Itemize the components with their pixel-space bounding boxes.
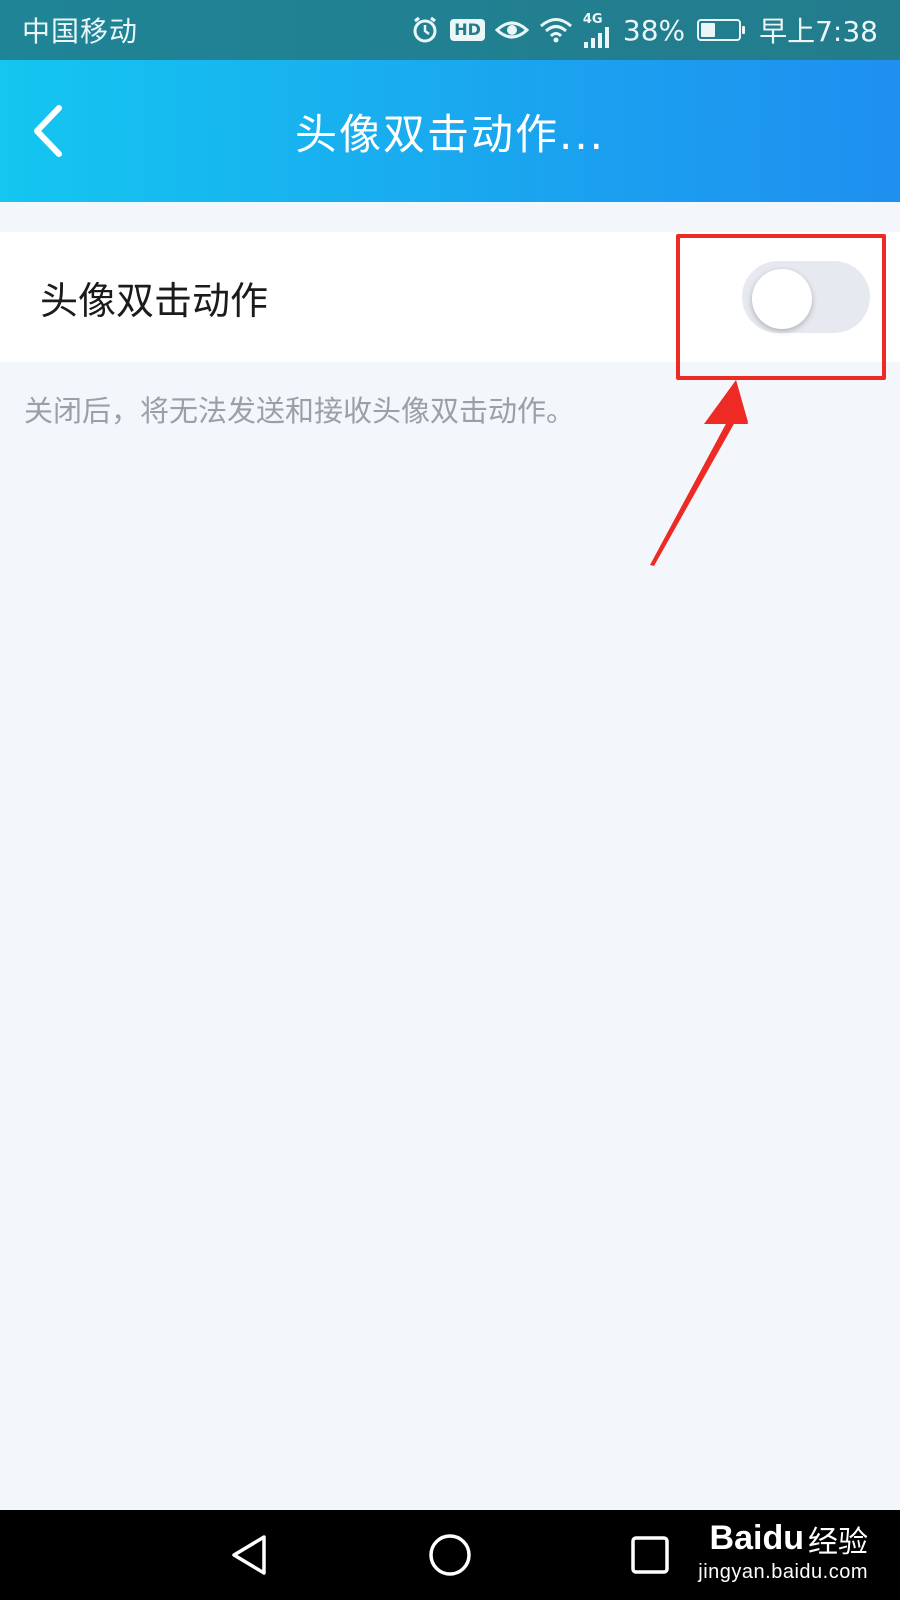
status-icons: HD 4G 38% 早上7:38 (410, 10, 878, 50)
network-type: 4G (582, 11, 603, 27)
battery-icon (697, 19, 746, 41)
watermark-brand: Baidu (709, 1519, 804, 1557)
carrier-name: 中国移动 (22, 15, 139, 48)
annotation-highlight-box (676, 234, 886, 380)
clock: 早上7:38 (759, 15, 878, 48)
hd-icon: HD (450, 19, 485, 41)
watermark-brand-row: Baidu 经验 (710, 1517, 868, 1561)
battery-percent: 38% (622, 13, 686, 47)
wifi-icon (539, 17, 573, 43)
watermark-cn: 经验 (808, 1524, 868, 1560)
eye-icon (494, 18, 529, 42)
watermark-url: jingyan.baidu.com (698, 1560, 868, 1583)
back-button[interactable] (18, 98, 78, 164)
setting-label: 头像双击动作 (40, 278, 269, 323)
status-bar: 中国移动 HD 4G 38% 早上7:38 (0, 0, 900, 60)
setting-hint: 关闭后，将无法发送和接收头像双击动作。 (24, 394, 576, 428)
signal-icon: 4G (583, 13, 613, 48)
triangle-back-icon (232, 1535, 266, 1575)
alarm-icon (410, 15, 440, 45)
nav-back-button[interactable] (225, 1530, 275, 1580)
battery-fill (701, 23, 715, 37)
baidu-jingyan-watermark: Baidu 经验 jingyan.baidu.com (658, 1504, 868, 1596)
annotation-arrow (650, 380, 748, 566)
chevron-left-icon (34, 105, 62, 157)
nav-home-button[interactable] (425, 1530, 475, 1580)
title-bar: 头像双击动作... (0, 60, 900, 202)
page-title: 头像双击动作... (294, 109, 606, 159)
circle-home-icon (429, 1534, 471, 1576)
